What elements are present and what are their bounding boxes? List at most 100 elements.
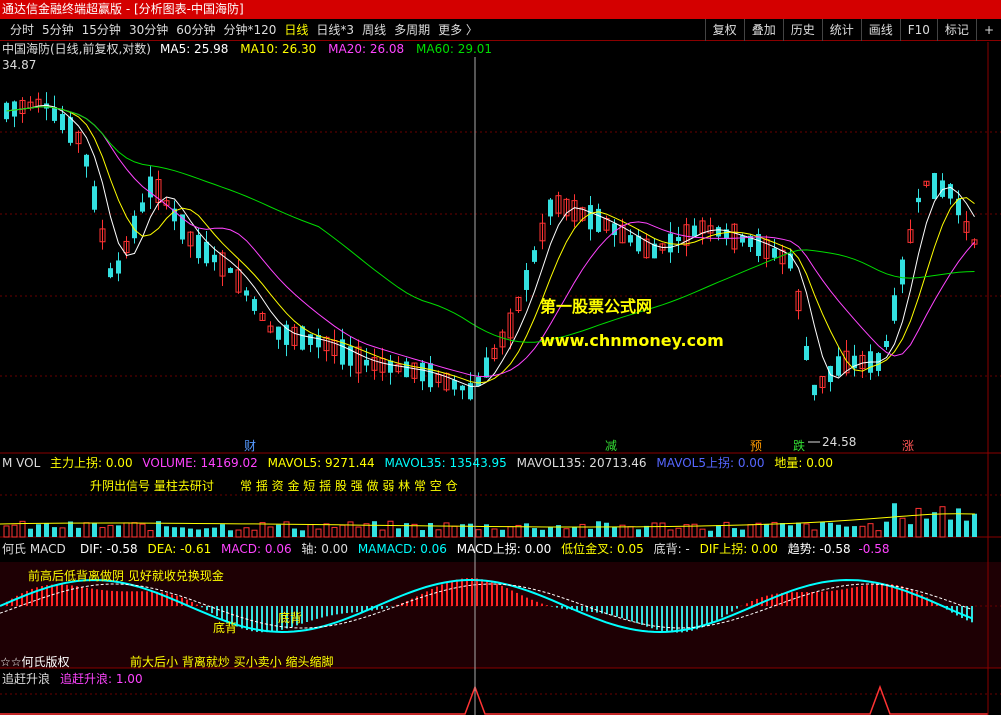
volume-bar xyxy=(924,518,929,537)
candle-body xyxy=(740,235,745,243)
function-buttons: 复权 叠加 历史 统计 画线 F10 标记 + xyxy=(704,19,1001,41)
macd-stat: 底背: - xyxy=(654,541,690,556)
function-button[interactable]: 标记 xyxy=(936,19,976,41)
volume-bar xyxy=(540,529,545,537)
period-tab[interactable]: 60分钟 xyxy=(172,19,219,41)
vol-note-1: 升阴出信号 量柱去研讨 xyxy=(90,478,214,493)
period-tab[interactable]: 日线 xyxy=(280,19,312,41)
marker-jian[interactable]: 减 xyxy=(605,439,617,453)
marker-yu[interactable]: 预 xyxy=(750,439,762,453)
function-button[interactable]: + xyxy=(975,19,1001,41)
volume-bar xyxy=(892,503,897,537)
candle-body xyxy=(548,199,553,217)
volume-bar xyxy=(36,524,41,537)
period-tab[interactable]: 30分钟 xyxy=(125,19,172,41)
volume-bar xyxy=(300,530,305,537)
volume-bar xyxy=(396,528,401,537)
vol-stat: MAVOL135: 20713.46 xyxy=(517,456,647,470)
macd-panel-title: 何氏 MACD xyxy=(2,542,66,556)
volume-bar xyxy=(220,524,225,537)
stock-label: 中国海防(日线,前复权,对数) xyxy=(2,42,151,56)
stock-chart-canvas[interactable]: 中国海防(日线,前复权,对数) MA5: 25.98 MA10: 26.30 M… xyxy=(0,42,1001,715)
function-button[interactable]: 画线 xyxy=(860,19,900,41)
volume-bar xyxy=(92,523,97,537)
volume-bar xyxy=(228,530,233,537)
candle-body xyxy=(692,225,697,237)
window-title: 通达信金融终端超赢版 - [分析图表-中国海防] xyxy=(2,2,244,16)
period-tab[interactable]: 周线 xyxy=(358,19,390,41)
candle-body xyxy=(196,234,201,259)
volume-bar xyxy=(28,528,33,537)
period-tab[interactable]: 日线*3 xyxy=(312,19,358,41)
period-tab[interactable]: 分钟*120 xyxy=(220,19,281,41)
macd-stat: DEA: -0.61 xyxy=(147,542,211,556)
volume-bar xyxy=(972,513,977,537)
candle-body xyxy=(884,341,889,347)
candle-body xyxy=(948,184,953,199)
candle-body xyxy=(932,173,937,199)
volume-bar xyxy=(524,523,529,537)
candle-body xyxy=(812,384,817,396)
candle-body xyxy=(892,295,897,321)
macd-stat: 趋势: -0.58 xyxy=(788,542,851,556)
volume-bar xyxy=(44,523,49,537)
candle-body xyxy=(52,107,57,121)
period-toolbar: 分时 5分钟 15分钟 30分钟 60分钟 分钟*120 日线 日线*3 周线 多周期 更多 〉 复… xyxy=(0,19,1001,41)
volume-bar xyxy=(292,528,297,537)
candle-body xyxy=(228,268,233,273)
macd-stat: 低位金叉: 0.05 xyxy=(561,541,644,556)
vol-stat: VOLUME: 14169.02 xyxy=(142,456,257,470)
period-tab[interactable]: 15分钟 xyxy=(78,19,125,41)
candle-body xyxy=(204,241,209,264)
ma5-label: MA5: 25.98 xyxy=(160,42,228,56)
volume-bar xyxy=(884,521,889,537)
macd-stat: MACD: 0.06 xyxy=(221,542,292,556)
marker-die[interactable]: 跌 xyxy=(793,438,805,453)
candle-body xyxy=(900,259,905,285)
candle-body xyxy=(404,361,409,378)
marker-cai[interactable]: 财 xyxy=(244,439,256,453)
candle-body xyxy=(364,359,369,366)
volume-bar xyxy=(116,525,121,537)
volume-bar xyxy=(500,529,505,537)
vol-stats: 主力上拐: 0.00 VOLUME: 14169.02 MAVOL5: 9271… xyxy=(50,455,833,470)
function-button[interactable]: 统计 xyxy=(821,19,861,41)
chase-panel-title: 追赶升浪 xyxy=(2,671,50,686)
volume-bar xyxy=(604,522,609,537)
vol-panel-title: M VOL xyxy=(2,456,41,470)
candle-body xyxy=(636,235,641,252)
period-tab[interactable]: 分时 xyxy=(6,19,38,41)
volume-bar xyxy=(740,529,745,537)
macd-label-dibei-2: 底背 xyxy=(278,610,302,625)
function-button[interactable]: F10 xyxy=(899,19,937,41)
candle-body xyxy=(452,380,457,390)
function-button[interactable]: 叠加 xyxy=(743,19,783,41)
volume-bar xyxy=(828,522,833,537)
candle-body xyxy=(68,117,73,143)
function-button[interactable]: 历史 xyxy=(782,19,822,41)
period-tab[interactable]: 更多 〉 xyxy=(434,19,482,41)
volume-bar xyxy=(908,524,913,537)
volume-bar xyxy=(548,527,553,537)
macd-stat: DIF上拐: 0.00 xyxy=(700,541,778,556)
volume-bar xyxy=(708,530,713,537)
volume-bar xyxy=(780,523,785,537)
candle-body xyxy=(244,290,249,296)
candle-body xyxy=(284,324,289,345)
candle-body xyxy=(116,260,121,274)
candle-body xyxy=(460,385,465,391)
volume-bar xyxy=(188,528,193,537)
volume-bar xyxy=(372,521,377,537)
ma60-label: MA60: 29.01 xyxy=(416,42,492,56)
period-tab[interactable]: 多周期 xyxy=(390,19,434,41)
candle-body xyxy=(276,326,281,340)
marker-zhang[interactable]: 涨 xyxy=(902,438,914,453)
period-tab[interactable]: 5分钟 xyxy=(38,19,78,41)
macd-stat: MACD上拐: 0.00 xyxy=(457,541,552,556)
volume-bar xyxy=(644,525,649,537)
candle-body xyxy=(836,356,841,376)
candle-body xyxy=(772,248,777,258)
candle-body xyxy=(676,236,681,242)
volume-bar xyxy=(836,524,841,537)
function-button[interactable]: 复权 xyxy=(704,19,744,41)
